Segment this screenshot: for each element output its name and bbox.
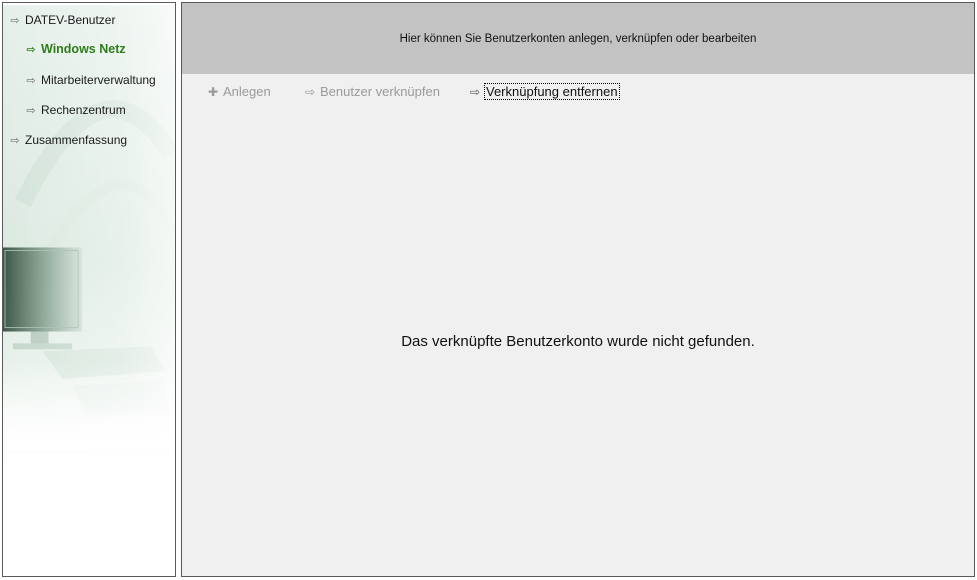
sidebar-item-zusammenfassung[interactable]: ⇨ Zusammenfassung <box>9 133 127 147</box>
sidebar-item-label: Mitarbeiterverwaltung <box>41 73 156 87</box>
sidebar-background-image <box>3 5 175 574</box>
header-banner: Hier können Sie Benutzerkonten anlegen, … <box>182 3 974 74</box>
status-message: Das verknüpfte Benutzerkonto wurde nicht… <box>401 333 755 350</box>
arrow-right-icon: ⇨ <box>10 134 20 147</box>
create-button-label: Anlegen <box>223 84 271 99</box>
arrow-right-icon: ⇨ <box>469 84 481 99</box>
arrow-right-icon: ⇨ <box>26 104 36 117</box>
sidebar-item-label: Windows Netz <box>41 42 126 56</box>
sidebar-item-datev-benutzer[interactable]: ⇨ DATEV-Benutzer <box>9 13 115 27</box>
sidebar: ⇨ DATEV-Benutzer ⇨ Windows Netz ⇨ Mitarb… <box>2 2 176 577</box>
arrow-right-icon: ⇨ <box>26 43 36 56</box>
sidebar-item-label: Rechenzentrum <box>41 103 126 117</box>
remove-link-button[interactable]: ⇨ Verknüpfung entfernen <box>469 83 620 100</box>
sidebar-item-label: Zusammenfassung <box>25 133 128 147</box>
sidebar-item-rechenzentrum[interactable]: ⇨ Rechenzentrum <box>25 103 126 117</box>
link-user-button[interactable]: ⇨ Benutzer verknüpfen <box>304 84 440 99</box>
sidebar-item-windows-netz[interactable]: ⇨ Windows Netz <box>25 42 126 56</box>
sidebar-item-label: DATEV-Benutzer <box>25 13 116 27</box>
main-panel: Hier können Sie Benutzerkonten anlegen, … <box>181 2 975 577</box>
arrow-right-icon: ⇨ <box>10 14 20 27</box>
link-user-button-label: Benutzer verknüpfen <box>320 84 440 99</box>
plus-icon: ✚ <box>207 84 219 99</box>
remove-link-button-label: Verknüpfung entfernen <box>484 83 620 100</box>
arrow-right-icon: ⇨ <box>304 84 316 99</box>
create-button[interactable]: ✚ Anlegen <box>207 84 271 99</box>
sidebar-item-mitarbeiterverwaltung[interactable]: ⇨ Mitarbeiterverwaltung <box>25 73 156 87</box>
toolbar: ✚ Anlegen ⇨ Benutzer verknüpfen ⇨ Verknü… <box>182 83 974 104</box>
header-text: Hier können Sie Benutzerkonten anlegen, … <box>399 32 757 45</box>
arrow-right-icon: ⇨ <box>26 74 36 87</box>
